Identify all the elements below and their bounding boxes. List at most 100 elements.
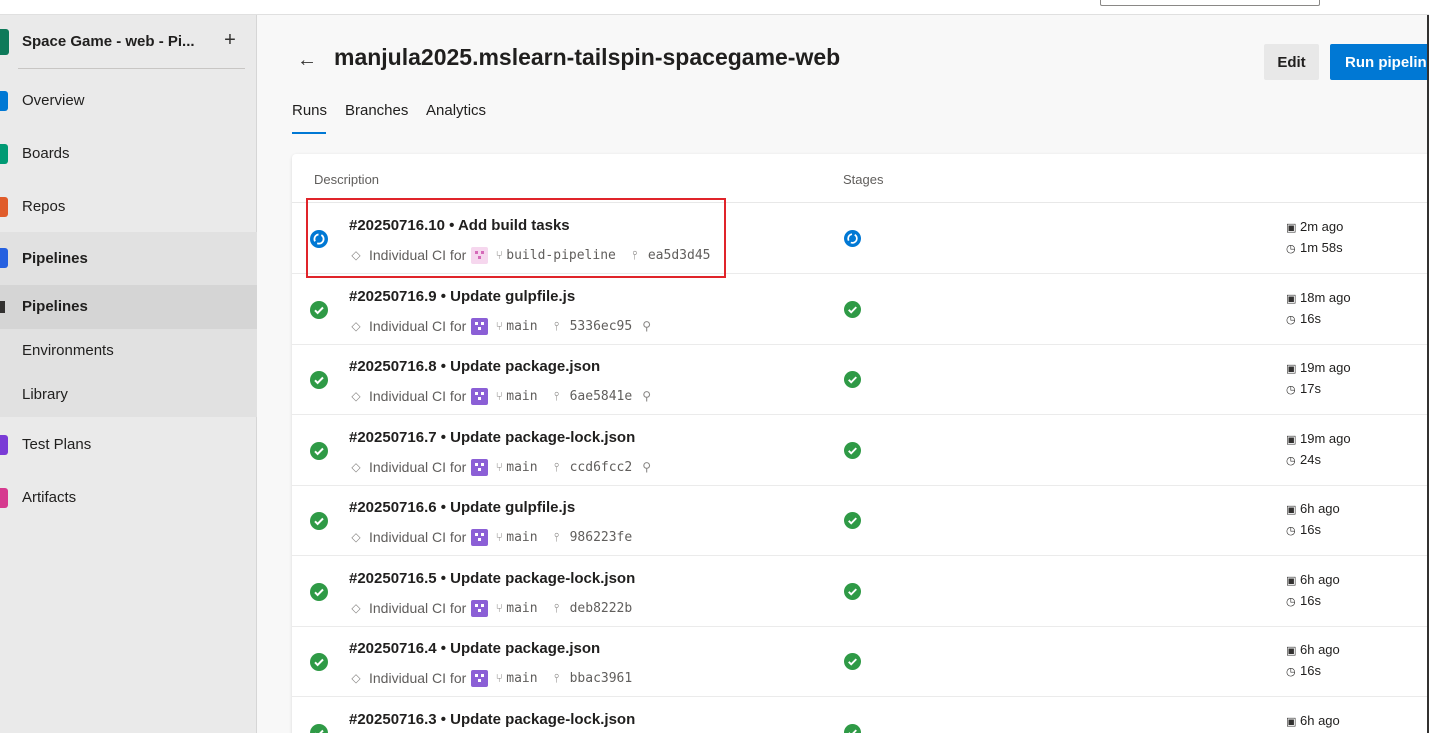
boards-icon xyxy=(0,144,8,164)
table-row[interactable]: #20250716.3 • Update package-lock.json ▣ 6… xyxy=(292,697,1429,733)
run-duration: ◷ 16s xyxy=(1286,311,1321,326)
column-header-description: Description xyxy=(314,172,380,187)
run-duration: ◷ 16s xyxy=(1286,663,1321,678)
pin-icon[interactable]: ⚲ xyxy=(642,389,651,403)
stage-succeeded-icon[interactable] xyxy=(844,512,861,529)
sidebar-subitem-environments[interactable]: Environments xyxy=(0,329,257,373)
sidebar-item-repos[interactable]: Repos xyxy=(0,185,257,229)
column-header-stages: Stages xyxy=(843,172,884,187)
branch-name[interactable]: build-pipeline xyxy=(506,248,616,263)
stage-succeeded-icon[interactable] xyxy=(844,653,861,670)
edit-button[interactable]: Edit xyxy=(1264,44,1319,80)
commit-icon: ⫯ xyxy=(553,529,560,544)
duration-value: 16s xyxy=(1300,522,1321,537)
repos-icon xyxy=(0,197,8,217)
run-title[interactable]: #20250716.8 • Update package.json xyxy=(349,358,600,375)
main-content: ← manjula2025.mslearn-tailspin-spacegame… xyxy=(257,15,1429,733)
stage-succeeded-icon[interactable] xyxy=(844,301,861,318)
branch-name[interactable]: main xyxy=(506,671,537,686)
pin-icon[interactable]: ⚲ xyxy=(642,319,651,333)
commit-icon: ⫯ xyxy=(553,388,560,403)
run-title[interactable]: #20250716.4 • Update package.json xyxy=(349,640,600,657)
top-bar xyxy=(0,0,1429,15)
run-title[interactable]: #20250716.7 • Update package-lock.json xyxy=(349,429,635,446)
branch-name[interactable]: main xyxy=(506,460,537,475)
run-pipeline-button[interactable]: Run pipeline xyxy=(1330,44,1429,80)
calendar-icon: ▣ xyxy=(1286,645,1297,657)
commit-hash[interactable]: ea5d3d45 xyxy=(648,248,711,263)
branch-icon: ⑂ xyxy=(495,248,503,262)
project-name[interactable]: Space Game - web - Pi... xyxy=(22,33,195,50)
stopwatch-icon: ◷ xyxy=(1286,384,1296,396)
sidebar-item-artifacts[interactable]: Artifacts xyxy=(0,476,257,520)
branch-name[interactable]: main xyxy=(506,530,537,545)
branch-icon: ⑂ xyxy=(495,530,503,544)
project-icon xyxy=(0,29,9,55)
run-age: 6h ago xyxy=(1300,572,1340,587)
sidebar-item-test-plans[interactable]: Test Plans xyxy=(0,423,257,467)
sidebar-subitem-library[interactable]: Library xyxy=(0,373,257,417)
trigger-text: Individual CI for xyxy=(369,318,467,334)
tab-branches[interactable]: Branches xyxy=(345,102,408,119)
sidebar-item-label: Pipelines xyxy=(22,298,88,315)
commit-icon: ⫯ xyxy=(553,318,560,333)
run-title[interactable]: #20250716.6 • Update gulpfile.js xyxy=(349,499,575,516)
stage-succeeded-icon[interactable] xyxy=(844,724,861,733)
run-age: 6h ago xyxy=(1300,501,1340,516)
commit-hash[interactable]: bbac3961 xyxy=(570,671,633,686)
stopwatch-icon: ◷ xyxy=(1286,314,1296,326)
run-meta: ◇ Individual CI for ⑂ main ⫯ 5336ec95 ⚲ xyxy=(349,317,651,335)
run-meta: ◇ Individual CI for ⑂ main ⫯ 6ae5841e ⚲ xyxy=(349,387,651,405)
sidebar-item-pipelines[interactable]: Pipelines xyxy=(0,232,257,285)
run-duration: ◷ 16s xyxy=(1286,522,1321,537)
sidebar-item-boards[interactable]: Boards xyxy=(0,132,257,176)
table-row[interactable]: #20250716.10 • Add build tasks ◇ Individua… xyxy=(292,203,1429,274)
branch-name[interactable]: main xyxy=(506,319,537,334)
stage-in-progress-icon[interactable] xyxy=(844,230,861,247)
add-icon[interactable]: + xyxy=(221,29,239,51)
table-row[interactable]: #20250716.6 • Update gulpfile.js ◇ Individ… xyxy=(292,485,1429,556)
stage-succeeded-icon[interactable] xyxy=(844,371,861,388)
commit-hash[interactable]: 5336ec95 xyxy=(570,319,633,334)
avatar xyxy=(471,458,489,476)
commit-hash[interactable]: 986223fe xyxy=(570,530,633,545)
run-title[interactable]: #20250716.3 • Update package-lock.json xyxy=(349,711,635,728)
branch-name[interactable]: main xyxy=(506,389,537,404)
duration-value: 16s xyxy=(1300,593,1321,608)
project-header[interactable]: Space Game - web - Pi... + xyxy=(0,15,257,69)
table-row[interactable]: #20250716.7 • Update package-lock.json ◇ I… xyxy=(292,415,1429,486)
table-row[interactable]: #20250716.4 • Update package.json ◇ Indivi… xyxy=(292,626,1429,697)
run-time: ▣ 6h ago xyxy=(1286,501,1340,516)
branch-name[interactable]: main xyxy=(506,601,537,616)
run-succeeded-icon xyxy=(310,442,328,460)
run-succeeded-icon xyxy=(310,583,328,601)
stopwatch-icon: ◷ xyxy=(1286,525,1296,537)
sidebar-item-label: Environments xyxy=(22,342,114,359)
run-title[interactable]: #20250716.10 • Add build tasks xyxy=(349,217,570,234)
pin-icon[interactable]: ⚲ xyxy=(642,460,651,474)
sidebar-item-overview[interactable]: Overview xyxy=(0,79,257,123)
tab-analytics[interactable]: Analytics xyxy=(426,102,486,119)
tab-runs[interactable]: Runs xyxy=(292,102,327,119)
table-row[interactable]: #20250716.8 • Update package.json ◇ Indivi… xyxy=(292,344,1429,415)
commit-hash[interactable]: 6ae5841e xyxy=(570,389,633,404)
run-meta: ◇ Individual CI for ⑂ build-pipeline ⫯ ea5d3d… xyxy=(349,246,710,264)
sidebar-subitem-pipelines[interactable]: Pipelines xyxy=(0,285,257,329)
run-meta: ◇ Individual CI for ⑂ main ⫯ 986223fe xyxy=(349,528,632,546)
run-succeeded-icon xyxy=(310,371,328,389)
run-title[interactable]: #20250716.5 • Update package-lock.json xyxy=(349,570,635,587)
search-box[interactable] xyxy=(1100,0,1320,6)
calendar-icon: ▣ xyxy=(1286,716,1297,728)
tag-icon: ◇ xyxy=(351,671,361,685)
branch-icon: ⑂ xyxy=(495,460,503,474)
stage-succeeded-icon[interactable] xyxy=(844,442,861,459)
run-title[interactable]: #20250716.9 • Update gulpfile.js xyxy=(349,288,575,305)
commit-hash[interactable]: deb8222b xyxy=(570,601,633,616)
commit-hash[interactable]: ccd6fcc2 xyxy=(570,460,633,475)
back-arrow-icon[interactable]: ← xyxy=(297,49,317,71)
stage-succeeded-icon[interactable] xyxy=(844,583,861,600)
run-age: 18m ago xyxy=(1300,290,1351,305)
table-row[interactable]: #20250716.9 • Update gulpfile.js ◇ Individ… xyxy=(292,274,1429,345)
run-age: 2m ago xyxy=(1300,219,1344,234)
table-row[interactable]: #20250716.5 • Update package-lock.json ◇ I… xyxy=(292,556,1429,627)
